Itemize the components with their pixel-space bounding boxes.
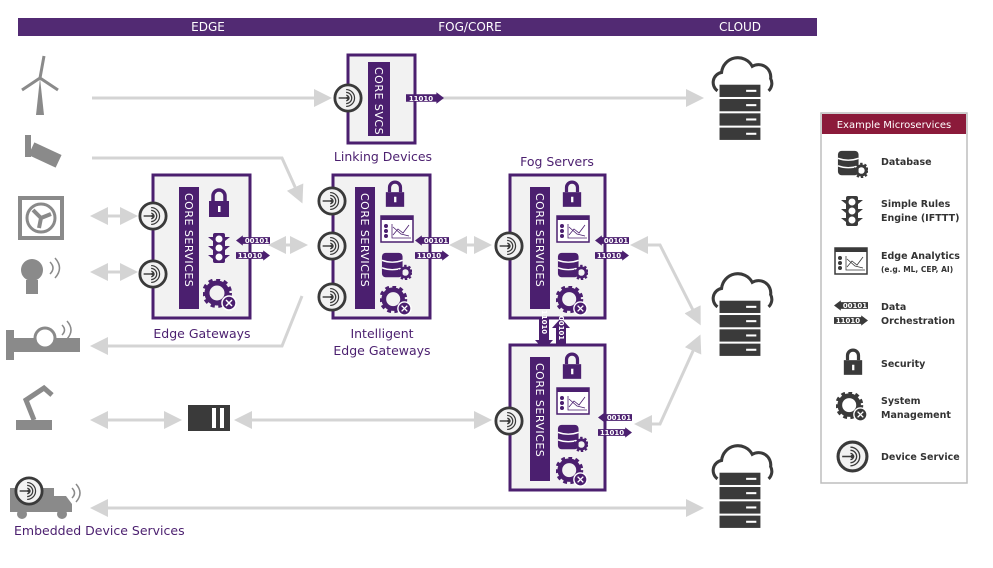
device-service-icon — [317, 282, 347, 312]
device-service-icon — [317, 231, 347, 261]
legend-rules-line2: Engine (IFTTT) — [881, 213, 959, 224]
intelligent-label-line1: Intelligent — [350, 326, 413, 341]
wind-turbine-icon — [21, 55, 59, 115]
device-service-icon — [333, 83, 363, 113]
device-service-icon — [494, 231, 524, 261]
bits-out: 11010 — [238, 252, 262, 260]
fog-server-node: CORE SERVICES 00101 11010 — [494, 173, 629, 320]
fog-server-node-2: CORE SERVICES 00101 11010 — [494, 343, 632, 492]
legend-system-line2: Management — [881, 410, 951, 421]
legend-title: Example Microservices — [837, 120, 952, 131]
bits-out: 11010 — [409, 95, 433, 103]
legend-analytics-line2: (e.g. ML, CEP, AI) — [881, 265, 953, 274]
legend-database: Database — [881, 157, 932, 168]
bits-out: 11010 — [417, 252, 441, 260]
analytics-icon — [556, 215, 590, 243]
device-service-icon — [138, 259, 168, 289]
cloud-server-icon — [711, 56, 774, 142]
device-service-icon — [836, 440, 869, 473]
plc-controller-icon — [188, 405, 230, 431]
cloud-server-icon — [711, 272, 774, 358]
legend-bits-out: 11010 — [836, 317, 860, 325]
device-service-icon — [494, 406, 524, 436]
pipe-sensor-icon — [6, 320, 80, 360]
zone-cloud: CLOUD — [719, 20, 761, 34]
legend-analytics-line1: Edge Analytics — [881, 251, 960, 262]
zone-header-bar — [18, 18, 817, 36]
fog-servers-label: Fog Servers — [520, 154, 594, 169]
bits-in: 00101 — [607, 414, 631, 422]
intelligent-label-line2: Edge Gateways — [333, 343, 430, 358]
legend-orch-line1: Data — [881, 302, 906, 313]
legend-system-line1: System — [881, 396, 921, 407]
embedded-device-service-icon — [14, 476, 44, 506]
legend-rules-line1: Simple Rules — [881, 199, 951, 210]
bits-out: 11010 — [597, 252, 621, 260]
legend-orch-line2: Orchestration — [881, 316, 955, 327]
security-camera-icon — [25, 135, 62, 168]
legend-bits-in: 00101 — [843, 302, 867, 310]
edge-gateway-node: CORE SERVICES 00101 11010 — [138, 173, 270, 320]
linking-devices-node: CORE SVCS 11010 — [333, 53, 444, 145]
bits-in: 00101 — [557, 316, 565, 340]
smart-bulb-icon — [21, 257, 61, 294]
zone-edge: EDGE — [191, 20, 225, 34]
robot-arm-icon — [16, 384, 54, 430]
analytics-icon — [834, 247, 868, 275]
core-services-label: CORE SERVICES — [358, 193, 371, 287]
bits-in: 00101 — [604, 237, 628, 245]
analytics-icon — [556, 387, 590, 415]
fan-icon — [18, 196, 64, 240]
legend-device-service: Device Service — [881, 452, 960, 463]
core-services-label: CORE SVCS — [372, 67, 385, 135]
bits-in: 00101 — [424, 237, 448, 245]
device-service-icon — [138, 201, 168, 231]
core-services-label: CORE SERVICES — [533, 363, 546, 457]
analytics-icon — [380, 215, 414, 243]
edge-fog-cloud-diagram: EDGE FOG/CORE CLOUD Embedded Device Serv… — [6, 18, 968, 538]
cloud-server-icon — [711, 444, 774, 530]
legend-security: Security — [881, 359, 926, 370]
zone-fog-core: FOG/CORE — [438, 20, 501, 34]
edge-gateways-label: Edge Gateways — [153, 326, 250, 341]
bits-in: 00101 — [245, 237, 269, 245]
intelligent-edge-gateway-node: CORE SERVICES 00101 11010 — [317, 173, 449, 320]
bits-out: 11010 — [540, 310, 548, 334]
device-service-icon — [317, 186, 347, 216]
legend: Example Microservices Database Simple Ru… — [820, 112, 968, 484]
core-services-label: CORE SERVICES — [533, 193, 546, 287]
bits-out: 11010 — [600, 429, 624, 437]
embedded-device-services-label: Embedded Device Services — [14, 523, 185, 538]
core-services-label: CORE SERVICES — [182, 193, 195, 287]
linking-devices-label: Linking Devices — [334, 149, 432, 164]
